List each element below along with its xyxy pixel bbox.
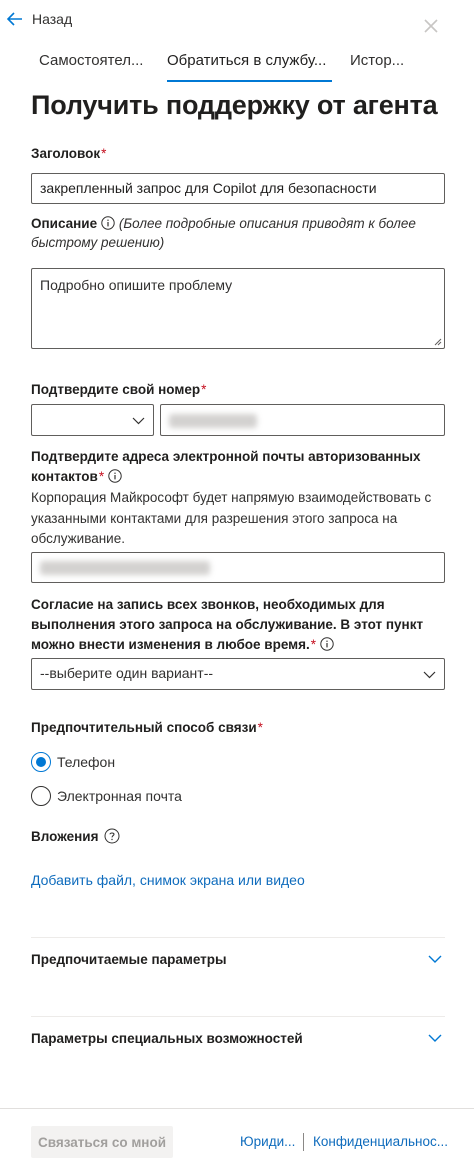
title-label: Заголовок* bbox=[31, 146, 107, 161]
tab-history[interactable]: Истор... bbox=[350, 52, 406, 82]
divider bbox=[31, 1016, 445, 1017]
tab-bar: Самостоятел... Обратиться в службу... Ис… bbox=[0, 52, 474, 82]
top-bar: Назад bbox=[0, 0, 474, 44]
resize-handle-icon[interactable] bbox=[434, 338, 442, 346]
info-icon[interactable] bbox=[108, 469, 122, 483]
page-title: Получить поддержку от агента bbox=[31, 90, 438, 120]
country-code-select[interactable] bbox=[31, 404, 154, 436]
contact-me-button[interactable]: Связаться со мной bbox=[31, 1126, 173, 1158]
divider bbox=[31, 937, 445, 938]
title-input[interactable]: закрепленный запрос для Copilot для безо… bbox=[31, 173, 445, 204]
accordion-label: Предпочитаемые параметры bbox=[31, 951, 227, 967]
back-button[interactable]: Назад bbox=[6, 10, 72, 28]
chevron-down-icon bbox=[423, 671, 436, 679]
accordion-preferences[interactable]: Предпочитаемые параметры bbox=[31, 944, 445, 974]
email-label: Подтвердите адреса электронной почты авт… bbox=[31, 449, 421, 484]
description-textarea[interactable]: Подробно опишите проблему bbox=[31, 268, 445, 349]
description-label-row: Описание (Более подробные описания приво… bbox=[31, 214, 445, 252]
info-icon[interactable] bbox=[320, 637, 334, 651]
consent-select-value: --выберите один вариант-- bbox=[40, 665, 214, 681]
close-icon[interactable] bbox=[422, 17, 440, 35]
accordion-label: Параметры специальных возможностей bbox=[31, 1030, 303, 1046]
privacy-link[interactable]: Конфиденциальнос... bbox=[313, 1134, 448, 1149]
description-placeholder: Подробно опишите проблему bbox=[40, 277, 233, 293]
radio-email[interactable]: Электронная почта bbox=[31, 786, 182, 806]
consent-label: Согласие на запись всех звонков, необход… bbox=[31, 597, 424, 652]
contact-method-label: Предпочтительный способ связи* bbox=[31, 720, 263, 735]
email-input[interactable] bbox=[31, 552, 445, 583]
chevron-down-icon bbox=[132, 417, 145, 425]
tab-self-help[interactable]: Самостоятел... bbox=[39, 52, 143, 82]
radio-phone[interactable]: Телефон bbox=[31, 752, 115, 772]
radio-circle[interactable] bbox=[31, 752, 51, 772]
arrow-left-icon bbox=[6, 12, 22, 26]
legal-link[interactable]: Юриди... bbox=[240, 1134, 295, 1149]
question-icon[interactable] bbox=[104, 828, 120, 844]
accordion-accessibility[interactable]: Параметры специальных возможностей bbox=[31, 1023, 445, 1053]
back-label: Назад bbox=[32, 11, 73, 27]
info-icon[interactable] bbox=[101, 216, 115, 230]
footer: Связаться со мной Юриди... Конфиденциаль… bbox=[0, 1108, 474, 1169]
attachments-label: Вложения bbox=[31, 828, 120, 844]
email-description: Корпорация Майкрософт будет напрямую вза… bbox=[31, 490, 432, 546]
chevron-down-icon bbox=[428, 1034, 442, 1042]
radio-circle[interactable] bbox=[31, 786, 51, 806]
description-label: Описание bbox=[31, 216, 98, 231]
tab-contact-support[interactable]: Обратиться в службу... bbox=[167, 52, 332, 82]
radio-label: Электронная почта bbox=[57, 788, 182, 804]
chevron-down-icon bbox=[428, 955, 442, 963]
redacted-email bbox=[40, 561, 210, 575]
phone-input[interactable] bbox=[160, 404, 445, 436]
phone-label: Подтвердите свой номер* bbox=[31, 382, 207, 397]
consent-select[interactable]: --выберите один вариант-- bbox=[31, 658, 445, 690]
redacted-phone bbox=[169, 414, 257, 428]
add-attachment-link[interactable]: Добавить файл, снимок экрана или видео bbox=[31, 872, 305, 888]
radio-label: Телефон bbox=[57, 754, 116, 770]
footer-separator bbox=[303, 1133, 304, 1151]
